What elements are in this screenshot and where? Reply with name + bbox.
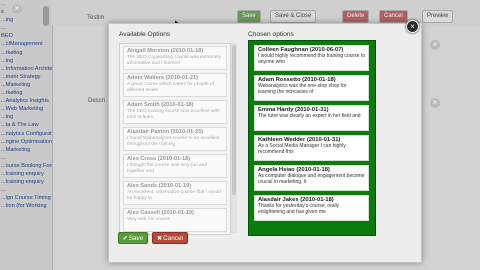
option-description: I thought the course was very fun and to… xyxy=(127,163,207,174)
dialog-close-icon[interactable]: × xyxy=(406,20,419,33)
option-description: Webanalytics was the one-stop shop for l… xyxy=(258,83,347,95)
available-list-scroll-thumb[interactable] xyxy=(232,45,236,195)
chosen-options-list[interactable]: Colleen Faughnan (2010-06-07) I would hig… xyxy=(248,40,376,236)
bg-delete-button[interactable]: Delete xyxy=(342,10,370,23)
option-description: The SEO Copywriting course was extremely… xyxy=(127,55,221,66)
option-description: A great course which caters for people o… xyxy=(127,82,214,93)
option-description: Very well run course xyxy=(127,217,171,222)
option-description: Thanks for yesterday's course, really en… xyxy=(258,203,340,215)
sidebar-item[interactable]: ...rketing xyxy=(0,49,52,57)
option-description: An excellent, informative course that I … xyxy=(127,190,221,201)
save-button[interactable]: ✔Save xyxy=(118,232,148,244)
available-options-list[interactable]: Abigail Moreton (2010-01-18) The SEO Copy… xyxy=(119,43,231,235)
sidebar-scrollbar[interactable] xyxy=(43,6,49,26)
sidebar-item[interactable]: ...training enquiry xyxy=(0,170,52,178)
chosen-option-item[interactable]: Emma Hardy (2010-01-31) The tutor was cle… xyxy=(254,105,369,131)
bg-cancel-button[interactable]: Cancel xyxy=(379,10,408,23)
sidebar-item[interactable]: ...Web Marketing xyxy=(0,105,52,113)
option-description: I found Webanalytics course to be excell… xyxy=(127,136,220,147)
sidebar-item[interactable]: ... xyxy=(0,154,52,162)
option-title: Adam Smith (2010-01-18) xyxy=(127,102,194,108)
sidebar-item[interactable]: ...training enquiry xyxy=(0,178,52,186)
chosen-options-heading: Chosen options xyxy=(248,31,294,38)
sidebar-item[interactable]: ...tion (for Working xyxy=(0,202,52,210)
sidebar-item[interactable]: ...ing xyxy=(0,113,52,121)
check-icon: ✔ xyxy=(122,236,128,242)
testimonial-label: Testim xyxy=(87,15,105,21)
sidebar-item[interactable]: ...ngine Optimisation ( xyxy=(0,138,52,146)
save-button-label: Save xyxy=(128,235,144,242)
option-title: Abigail Moreton (2010-01-18) xyxy=(127,48,204,54)
available-option-item[interactable]: Alex Cassell (2010-01-19) Very well run c… xyxy=(123,208,227,232)
chosen-option-item[interactable]: Adam Rossetto (2010-01-18) Webanalytics w… xyxy=(254,75,369,101)
available-option-item[interactable]: Adam Walters (2010-01-21) A great course … xyxy=(123,73,227,97)
option-description: The tutor was clearly an expert in her f… xyxy=(258,113,361,120)
option-description: The SEO training course was excellent wi… xyxy=(127,109,220,120)
sidebar-item[interactable]: BEO xyxy=(0,32,52,40)
available-option-item[interactable]: Abigail Moreton (2010-01-18) The SEO Copy… xyxy=(123,46,227,70)
option-title: Adam Walters (2010-01-21) xyxy=(127,75,198,81)
available-list-scrollbar[interactable] xyxy=(231,43,237,233)
chosen-option-item[interactable]: Alasdair Jakes (2010-01-18) Thanks for ye… xyxy=(254,195,369,221)
sidebar-item[interactable]: ...Analytics Insights xyxy=(0,97,52,105)
option-description: I would highly recommend this training c… xyxy=(258,53,365,65)
available-option-item[interactable]: Alasdair Paxton (2010-01-25) I found Weba… xyxy=(123,127,227,151)
sidebar-item[interactable]: ...ctManagement xyxy=(0,40,52,48)
chosen-option-item[interactable]: Colleen Faughnan (2010-06-07) I would hig… xyxy=(254,45,369,71)
bg-save-button[interactable]: Save xyxy=(237,10,261,23)
available-options-heading: Available Options xyxy=(119,31,171,38)
bg-save-close-button[interactable]: Save & Close xyxy=(270,10,317,23)
sidebar-item[interactable]: ...ourse Booking Form xyxy=(0,162,52,170)
sidebar-item[interactable]: ...rketing xyxy=(0,89,52,97)
option-title: Alex Cross (2010-01-18) xyxy=(127,156,191,162)
option-description: As a Social Media Manager I can highly r… xyxy=(258,143,346,155)
cancel-button-label: Cancel xyxy=(163,235,183,242)
sidebar-item[interactable]: ...ing xyxy=(0,57,52,65)
sidebar-close-icon[interactable]: × xyxy=(12,4,22,14)
sidebar-item[interactable]: ...ign Course Timing xyxy=(0,194,52,202)
option-title: Alex Sands (2010-01-19) xyxy=(127,183,192,189)
sidebar-item[interactable]: ...Marketing xyxy=(0,81,52,89)
available-option-item[interactable]: Alex Sands (2010-01-19) An excellent, inf… xyxy=(123,181,227,205)
chosen-option-item[interactable]: Kathleen Wedder (2010-01-31) As a Social … xyxy=(254,135,369,161)
sidebar-item[interactable]: ...nalytics Configurati xyxy=(0,130,52,138)
option-title: Alex Cassell (2010-01-19) xyxy=(127,210,194,216)
sidebar-item[interactable]: ...ment Strategy xyxy=(0,73,52,81)
sidebar-item[interactable]: ...Marketing xyxy=(0,146,52,154)
bg-preview-button[interactable]: Preview xyxy=(422,10,454,23)
cross-icon: ✖ xyxy=(157,236,163,242)
sidebar-item[interactable]: ... xyxy=(0,186,52,194)
bg-close-icon-1[interactable]: × xyxy=(430,40,440,50)
bg-close-icon-2[interactable]: × xyxy=(430,98,440,108)
sidebar-item[interactable]: ...ta & The Law xyxy=(0,121,52,129)
available-option-item[interactable]: Adam Smith (2010-01-18) The SEO training … xyxy=(123,100,227,124)
option-title: Alasdair Paxton (2010-01-25) xyxy=(127,129,204,135)
available-option-item[interactable]: Alex Cross (2010-01-18) I thought the cou… xyxy=(123,154,227,178)
option-description: As computer dialogue and engagement beco… xyxy=(258,173,365,185)
chosen-option-item[interactable]: Angela Hsiao (2010-01-18) As computer dia… xyxy=(254,165,369,191)
background-sidebar: ... s ...ing... BEO ...ctManagement ...rketin… xyxy=(0,0,53,270)
sidebar-item[interactable]: ...Information Archite xyxy=(0,65,52,73)
cancel-button[interactable]: ✖Cancel xyxy=(152,232,188,244)
description-label: Descri xyxy=(88,98,106,104)
